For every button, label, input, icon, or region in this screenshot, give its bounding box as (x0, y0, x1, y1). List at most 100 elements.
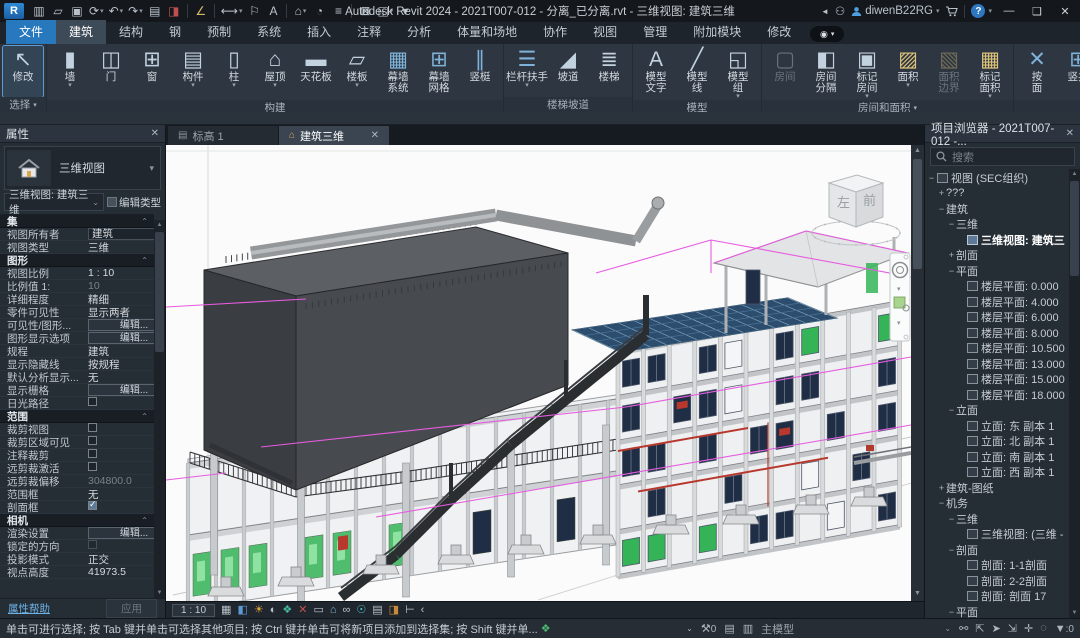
text-icon[interactable]: A (264, 2, 282, 20)
ribbon-tab-系统[interactable]: 系统 (244, 20, 294, 44)
ribbon-tab-文件[interactable]: 文件 (6, 20, 56, 44)
tree-expander-icon[interactable]: − (927, 173, 936, 183)
tree-group-item[interactable]: −建筑 (925, 201, 1069, 217)
design-options-icon[interactable]: ▥ (743, 622, 753, 635)
tree-group-item[interactable]: −立面 (925, 403, 1069, 419)
edit-button[interactable]: 编辑... (88, 319, 154, 331)
tab-extra-addin-button[interactable]: ◉▾ (810, 26, 844, 42)
ribbon-tab-钢[interactable]: 钢 (156, 20, 194, 44)
tree-group-item[interactable]: −三维 (925, 217, 1069, 233)
ribbon-button-屋顶[interactable]: ⌂屋顶▾ (255, 46, 295, 100)
select-pinned-icon[interactable]: ➤ (992, 622, 1001, 635)
ribbon-tab-分析[interactable]: 分析 (394, 20, 444, 44)
tree-expander-icon[interactable]: − (947, 219, 956, 229)
minimize-button[interactable]: — (998, 5, 1020, 17)
transfer-icon[interactable]: ◨ (165, 2, 183, 20)
ribbon-button-竖井[interactable]: ⊞竖井 (1058, 46, 1080, 100)
ribbon-button-房间分隔[interactable]: ◧房间 分隔 (806, 46, 846, 100)
status-chevron-icon[interactable]: ⌄ (686, 624, 693, 633)
ribbon-button-楼梯[interactable]: ≣楼梯 (589, 46, 629, 97)
ribbon-button-墙[interactable]: ▮墙▾ (50, 46, 90, 100)
active-workset-icon[interactable]: ⚒0 (701, 622, 716, 635)
tree-expander-icon[interactable]: − (937, 498, 946, 508)
ribbon-button-竖梃[interactable]: ∥竖梃 (460, 46, 500, 100)
select-underlay-icon[interactable]: ⇲ (1008, 622, 1017, 635)
measure-icon[interactable]: ∠ (192, 2, 210, 20)
ribbon-button-模型线[interactable]: ╱模型 线 (677, 46, 717, 100)
ribbon-button-按面[interactable]: ✕按 面 (1017, 46, 1057, 100)
ribbon-tab-体量和场地[interactable]: 体量和场地 (444, 20, 530, 44)
browser-search-input[interactable]: 搜索 (930, 147, 1075, 166)
tree-expander-icon[interactable]: − (947, 545, 956, 555)
viewcube-front-face[interactable]: 前 (863, 193, 876, 209)
app-store-cart-icon[interactable] (945, 6, 958, 17)
3d-model-view[interactable]: 左前▾▾ (166, 145, 911, 601)
ribbon-button-幕墙网格[interactable]: ⊞幕墙 网格 (419, 46, 459, 100)
ribbon-tab-注释[interactable]: 注释 (344, 20, 394, 44)
browser-scrollbar[interactable]: ▲ ▼ (1069, 169, 1080, 618)
checkbox[interactable] (88, 501, 97, 510)
redo-icon[interactable]: ↷▾ (126, 2, 145, 20)
tree-view-item[interactable]: 楼层平面: 6.000 (925, 310, 1069, 326)
ribbon-tab-建筑[interactable]: 建筑 (56, 20, 106, 44)
viewcube-left-face[interactable]: 左 (837, 196, 850, 211)
select-link-icon[interactable]: ⚯ (959, 622, 968, 635)
tree-view-item[interactable]: 楼层平面: 18.000 (925, 387, 1069, 403)
properties-close-icon[interactable]: ✕ (151, 128, 159, 139)
ribbon-button-模型组[interactable]: ◱模型 组▾ (718, 46, 758, 100)
undo-icon[interactable]: ↶▾ (107, 2, 126, 20)
type-selector[interactable]: 三维视图 ▾ (4, 146, 161, 190)
ribbon-tab-修改[interactable]: 修改 (754, 20, 804, 44)
ribbon-tab-管理[interactable]: 管理 (630, 20, 680, 44)
tree-expander-icon[interactable]: − (947, 266, 956, 276)
worksharing-display-icon[interactable]: ▤ (372, 603, 382, 618)
canvas-vertical-scrollbar[interactable]: ▲ ▼ (911, 145, 924, 601)
tree-expander-icon[interactable]: − (947, 607, 956, 617)
ribbon-button-标记面积[interactable]: ▦标记 面积▾ (970, 46, 1010, 100)
crop-region-icon[interactable]: ▭ (313, 603, 323, 618)
ribbon-button-标记房间[interactable]: ▣标记 房间▾ (847, 46, 887, 100)
edit-button[interactable]: 编辑... (88, 332, 154, 344)
tree-group-item[interactable]: −平面 (925, 263, 1069, 279)
tree-group-item[interactable]: +??? (925, 186, 1069, 202)
tree-view-item[interactable]: 三维视图: (三维 - (925, 527, 1069, 543)
tree-expander-icon[interactable]: + (937, 188, 946, 198)
view-tab-标高 1[interactable]: ▤标高 1 (168, 126, 278, 145)
infocenter-collapse-icon[interactable]: ◄ (821, 7, 829, 16)
ribbon-button-面积[interactable]: ▨面积▾ (888, 46, 928, 100)
tree-expander-icon[interactable]: + (937, 483, 946, 493)
tree-view-item[interactable]: 楼层平面: 4.000 (925, 294, 1069, 310)
worksets-dialog-icon[interactable]: ▤ (724, 622, 734, 635)
section-icon[interactable]: ◔ (310, 2, 328, 20)
ribbon-tab-附加模块[interactable]: 附加模块 (680, 20, 754, 44)
people-icon[interactable]: ⚇ (835, 4, 845, 18)
project-browser-close-icon[interactable]: ✕ (1066, 128, 1074, 139)
tree-group-item[interactable]: −机务 (925, 496, 1069, 512)
ribbon-button-幕墙系统[interactable]: ▦幕墙 系统 (378, 46, 418, 100)
tree-view-item[interactable]: 楼层平面: 13.000 (925, 356, 1069, 372)
tree-view-item[interactable]: 楼层平面: 0.000 (925, 279, 1069, 295)
tree-expander-icon[interactable]: − (947, 405, 956, 415)
type-selector-chevron-icon[interactable]: ▾ (149, 163, 158, 174)
ribbon-button-构件[interactable]: ▤构件▾ (173, 46, 213, 100)
tree-expander-icon[interactable]: + (947, 250, 956, 260)
checkbox[interactable] (88, 397, 97, 406)
checkbox[interactable] (88, 449, 97, 458)
shadows-icon[interactable]: ◐ (270, 603, 277, 618)
ribbon-tab-预制[interactable]: 预制 (194, 20, 244, 44)
apply-button[interactable]: 应用 (106, 599, 157, 618)
tree-view-item[interactable]: 楼层平面: 15.000 (925, 372, 1069, 388)
property-row-视点高度[interactable]: 视点高度41973.5 (0, 566, 154, 579)
ribbon-button-坡道[interactable]: ◢坡道 (548, 46, 588, 97)
tree-view-item[interactable]: 立面: 南 副本 1 (925, 449, 1069, 465)
tree-view-item[interactable]: 三维视图: 建筑三 (925, 232, 1069, 248)
user-account-button[interactable]: diwenB22RG ▾ (851, 5, 939, 17)
tag-icon[interactable]: ⚐ (245, 2, 263, 20)
crop-view-icon[interactable]: ✕ (298, 603, 307, 618)
tree-group-item[interactable]: −三维 (925, 511, 1069, 527)
visual-style-icon[interactable]: ◧ (237, 603, 247, 618)
ribbon-button-楼板[interactable]: ▱楼板▾ (337, 46, 377, 100)
instance-selector[interactable]: 三维视图: 建筑三维 ⌄ (4, 193, 104, 211)
revit-app-menu-icon[interactable]: R (4, 3, 24, 19)
collapse-icon[interactable]: ‹ (421, 603, 425, 618)
